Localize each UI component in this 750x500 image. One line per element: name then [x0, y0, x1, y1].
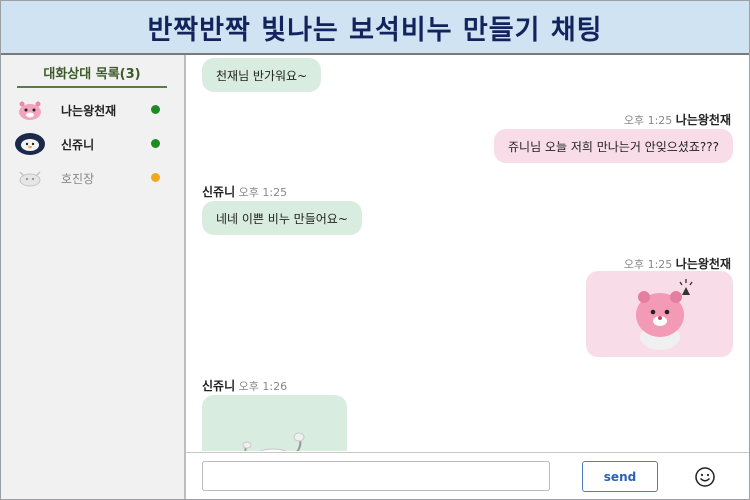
chat-message-area[interactable]: 천재님 반가워요~ 오후 1:25 나는왕천재 쥬니님 오늘 저희 만나는거 안… — [186, 55, 749, 451]
sender-name: 신쥬니 — [202, 185, 236, 199]
message-input-bar: send — [186, 452, 749, 499]
pink-beaver-avatar-icon — [15, 98, 45, 122]
incoming-sticker-bubble — [202, 395, 347, 451]
message-meta: 신쥬니 오후 1:26 — [202, 377, 287, 394]
chat-header: 반짝반짝 빛나는 보석비누 만들기 채팅 — [1, 1, 749, 55]
contact-name: 신쥬니 — [61, 137, 95, 152]
sender-name: 나는왕천재 — [675, 113, 731, 127]
white-seal-sticker-icon — [242, 432, 304, 451]
message-input[interactable] — [202, 461, 550, 491]
chat-window: 반짝반짝 빛나는 보석비누 만들기 채팅 대화상대 목록(3) 나는왕천재 신쥬… — [0, 0, 750, 500]
contact-sidebar: 대화상대 목록(3) 나는왕천재 신쥬니 호진장 — [1, 55, 186, 499]
sender-name: 나는왕천재 — [675, 257, 731, 271]
smiley-icon[interactable] — [694, 466, 716, 488]
message-time: 오후 1:25 — [238, 186, 288, 199]
message-time: 오후 1:25 — [623, 114, 673, 127]
online-status-dot — [151, 139, 160, 148]
contact-name: 호진장 — [61, 171, 95, 186]
message-time: 오후 1:26 — [238, 380, 288, 393]
page-title: 반짝반짝 빛나는 보석비누 만들기 채팅 — [147, 14, 603, 46]
message-meta: 오후 1:25 나는왕천재 — [624, 111, 731, 128]
incoming-message-bubble: 네네 이쁜 비누 만들어요~ — [202, 201, 362, 235]
sender-name: 신쥬니 — [202, 379, 236, 393]
white-seal-avatar-icon — [15, 133, 45, 155]
message-meta: 오후 1:25 나는왕천재 — [624, 255, 731, 272]
away-status-dot — [151, 173, 160, 182]
message-time: 오후 1:25 — [623, 258, 673, 271]
outgoing-message-bubble: 쥬니님 오늘 저희 만나는거 안잊으셨죠??? — [493, 129, 733, 163]
contact-item-3[interactable]: 호진장 — [15, 165, 175, 191]
message-meta: 신쥬니 오후 1:25 — [202, 183, 287, 200]
contact-list-title: 대화상대 목록(3) — [17, 63, 167, 88]
chat-scrollbar[interactable] — [741, 65, 747, 445]
send-button[interactable]: send — [582, 461, 658, 492]
outgoing-sticker-bubble — [586, 271, 733, 357]
contact-item-2[interactable]: 신쥬니 — [15, 131, 175, 157]
incoming-message-bubble: 천재님 반가워요~ — [202, 58, 322, 92]
white-seal-faded-avatar-icon — [15, 166, 45, 190]
pink-beaver-sticker-icon — [635, 279, 693, 350]
contact-item-1[interactable]: 나는왕천재 — [15, 97, 175, 123]
online-status-dot — [151, 105, 160, 114]
contact-name: 나는왕천재 — [61, 103, 117, 118]
